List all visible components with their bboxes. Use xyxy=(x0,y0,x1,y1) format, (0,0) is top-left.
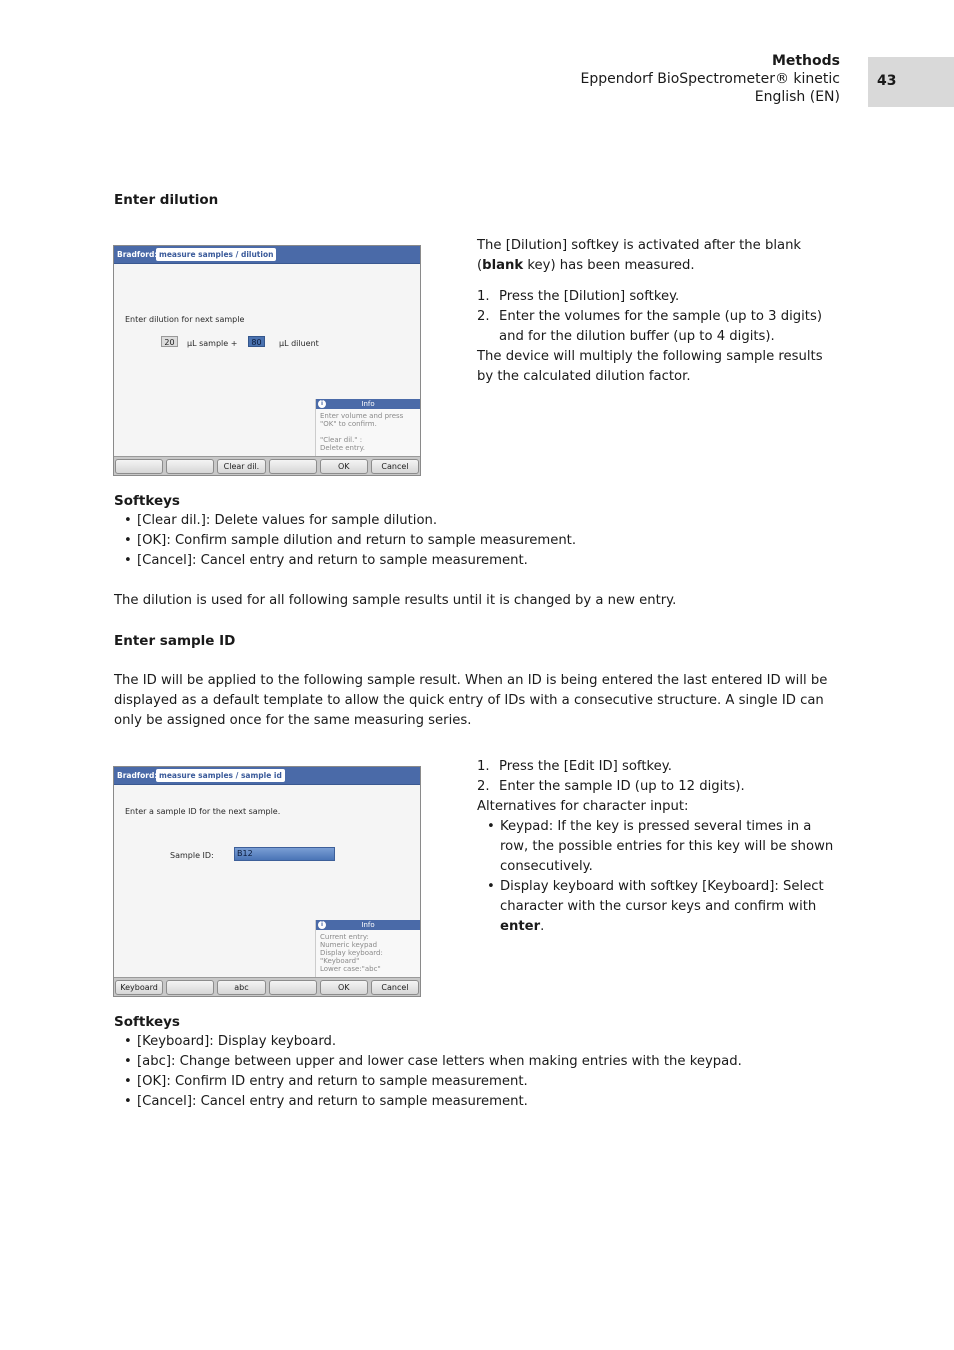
app-name: Bradford: xyxy=(117,250,158,259)
dilution-screen: Bradford: measure samples / dilution Ent… xyxy=(113,245,421,476)
dilution-steps: 1. Press the [Dilution] softkey. 2. Enter … xyxy=(477,287,842,347)
sample-id-input[interactable]: B12 xyxy=(234,847,335,861)
info-line: Numeric keypad xyxy=(320,941,378,949)
softkey-1[interactable] xyxy=(115,459,164,474)
softkeys-heading: Softkeys xyxy=(114,493,180,509)
cancel-softkey[interactable]: Cancel xyxy=(370,980,420,995)
screen-titlebar: Bradford: measure samples / sample id xyxy=(114,767,420,785)
step-item: 1. Press the [Edit ID] softkey. xyxy=(477,759,672,774)
sample-id-label: Sample ID: xyxy=(170,851,214,860)
info-line: Current entry: xyxy=(320,933,369,941)
softkeys-list: [Keyboard]: Display keyboard. [abc]: Cha… xyxy=(114,1032,854,1112)
alternative-item: Keypad: If the key is pressed several ti… xyxy=(477,817,842,877)
softkey-desc: [OK]: Confirm sample dilution and return… xyxy=(114,531,854,551)
alternatives-label: Alternatives for character input: xyxy=(477,799,689,814)
info-body: Current entry: Numeric keypad Display ke… xyxy=(316,930,420,976)
product-name: Eppendorf BioSpectrometer® kinetic xyxy=(580,71,840,87)
dilution-heading: Enter dilution xyxy=(114,192,219,208)
softkey-2[interactable] xyxy=(166,459,215,474)
dilution-prompt: Enter dilution for next sample xyxy=(125,315,245,324)
sample-id-instructions: 1. Press the [Edit ID] softkey. 2. Enter t… xyxy=(477,757,842,937)
page-number: 43 xyxy=(868,57,954,107)
softkey-bar: Clear dil. OK Cancel xyxy=(114,456,420,475)
step-item: 2. Enter the volumes for the sample (up t… xyxy=(477,309,822,344)
page-header: Methods Eppendorf BioSpectrometer® kinet… xyxy=(581,52,840,106)
info-line: Lower case:"abc" xyxy=(320,965,381,973)
app-name: Bradford: xyxy=(117,771,158,780)
softkey-2[interactable] xyxy=(166,980,215,995)
sample-unit-label: µL sample + xyxy=(187,339,238,348)
dilution-softkeys-section: Softkeys [Clear dil.]: Delete values for… xyxy=(114,491,854,611)
screen-titlebar: Bradford: measure samples / dilution xyxy=(114,246,420,264)
softkey-desc: [OK]: Confirm ID entry and return to sam… xyxy=(114,1072,854,1092)
dilution-note: The dilution is used for all following s… xyxy=(114,593,677,608)
info-title: Info xyxy=(361,921,375,929)
dilution-outro: The device will multiply the following s… xyxy=(477,349,823,384)
sample-volume-field[interactable]: 20 xyxy=(161,336,178,347)
clear-dil-softkey[interactable]: Clear dil. xyxy=(217,459,266,474)
info-panel: i Info Enter volume and press "OK" to co… xyxy=(315,399,420,457)
breadcrumb: measure samples / dilution xyxy=(156,248,277,261)
info-panel: i Info Current entry: Numeric keypad Dis… xyxy=(315,920,420,978)
sample-id-softkeys-section: Softkeys [Keyboard]: Display keyboard. [… xyxy=(114,1012,854,1112)
keyboard-softkey[interactable]: Keyboard xyxy=(115,980,164,995)
dilution-instructions: The [Dilution] softkey is activated afte… xyxy=(477,236,842,387)
alternative-item: Display keyboard with softkey [Keyboard]… xyxy=(477,877,842,937)
diluent-unit-label: µL diluent xyxy=(279,339,319,348)
sample-id-prompt: Enter a sample ID for the next sample. xyxy=(125,807,281,816)
section-title: Methods xyxy=(771,53,840,69)
step-item: 1. Press the [Dilution] softkey. xyxy=(477,289,680,304)
info-icon: i xyxy=(318,400,326,408)
info-line: Display keyboard: xyxy=(320,949,383,957)
sample-id-screen: Bradford: measure samples / sample id En… xyxy=(113,766,421,997)
ok-softkey[interactable]: OK xyxy=(319,459,368,474)
softkeys-list: [Clear dil.]: Delete values for sample d… xyxy=(114,511,854,571)
sample-id-steps: 1. Press the [Edit ID] softkey. 2. Enter t… xyxy=(477,757,842,797)
softkey-desc: [Cancel]: Cancel entry and return to sam… xyxy=(114,551,854,571)
cancel-softkey[interactable]: Cancel xyxy=(370,459,420,474)
sample-id-heading: Enter sample ID xyxy=(114,633,236,649)
info-line: Enter volume and press xyxy=(320,412,404,420)
diluent-volume-field[interactable]: 80 xyxy=(248,336,265,347)
softkey-desc: [Cancel]: Cancel entry and return to sam… xyxy=(114,1092,854,1112)
softkey-bar: Keyboard abc OK Cancel xyxy=(114,977,420,996)
info-header: i Info xyxy=(316,399,420,409)
info-header: i Info xyxy=(316,920,420,930)
info-icon: i xyxy=(318,921,326,929)
softkey-4[interactable] xyxy=(268,980,317,995)
dilution-intro: The [Dilution] softkey is activated afte… xyxy=(477,238,802,273)
softkey-desc: [abc]: Change between upper and lower ca… xyxy=(114,1052,854,1072)
abc-softkey[interactable]: abc xyxy=(217,980,266,995)
language-label: English (EN) xyxy=(754,89,840,105)
step-item: 2. Enter the sample ID (up to 12 digits). xyxy=(477,779,745,794)
info-line: Delete entry. xyxy=(320,444,365,452)
info-title: Info xyxy=(361,400,375,408)
ok-softkey[interactable]: OK xyxy=(319,980,368,995)
info-body: Enter volume and press "OK" to confirm. … xyxy=(316,409,420,455)
softkey-desc: [Clear dil.]: Delete values for sample d… xyxy=(114,511,854,531)
breadcrumb: measure samples / sample id xyxy=(156,769,285,782)
info-line: "OK" to confirm. xyxy=(320,420,377,428)
info-line: "Clear dil." : xyxy=(320,436,363,444)
sample-id-paragraph: The ID will be applied to the following … xyxy=(114,673,828,728)
softkey-4[interactable] xyxy=(268,459,317,474)
alternatives-list: Keypad: If the key is pressed several ti… xyxy=(477,817,842,937)
info-line: "Keyboard" xyxy=(320,957,360,965)
softkeys-heading: Softkeys xyxy=(114,1014,180,1030)
softkey-desc: [Keyboard]: Display keyboard. xyxy=(114,1032,854,1052)
